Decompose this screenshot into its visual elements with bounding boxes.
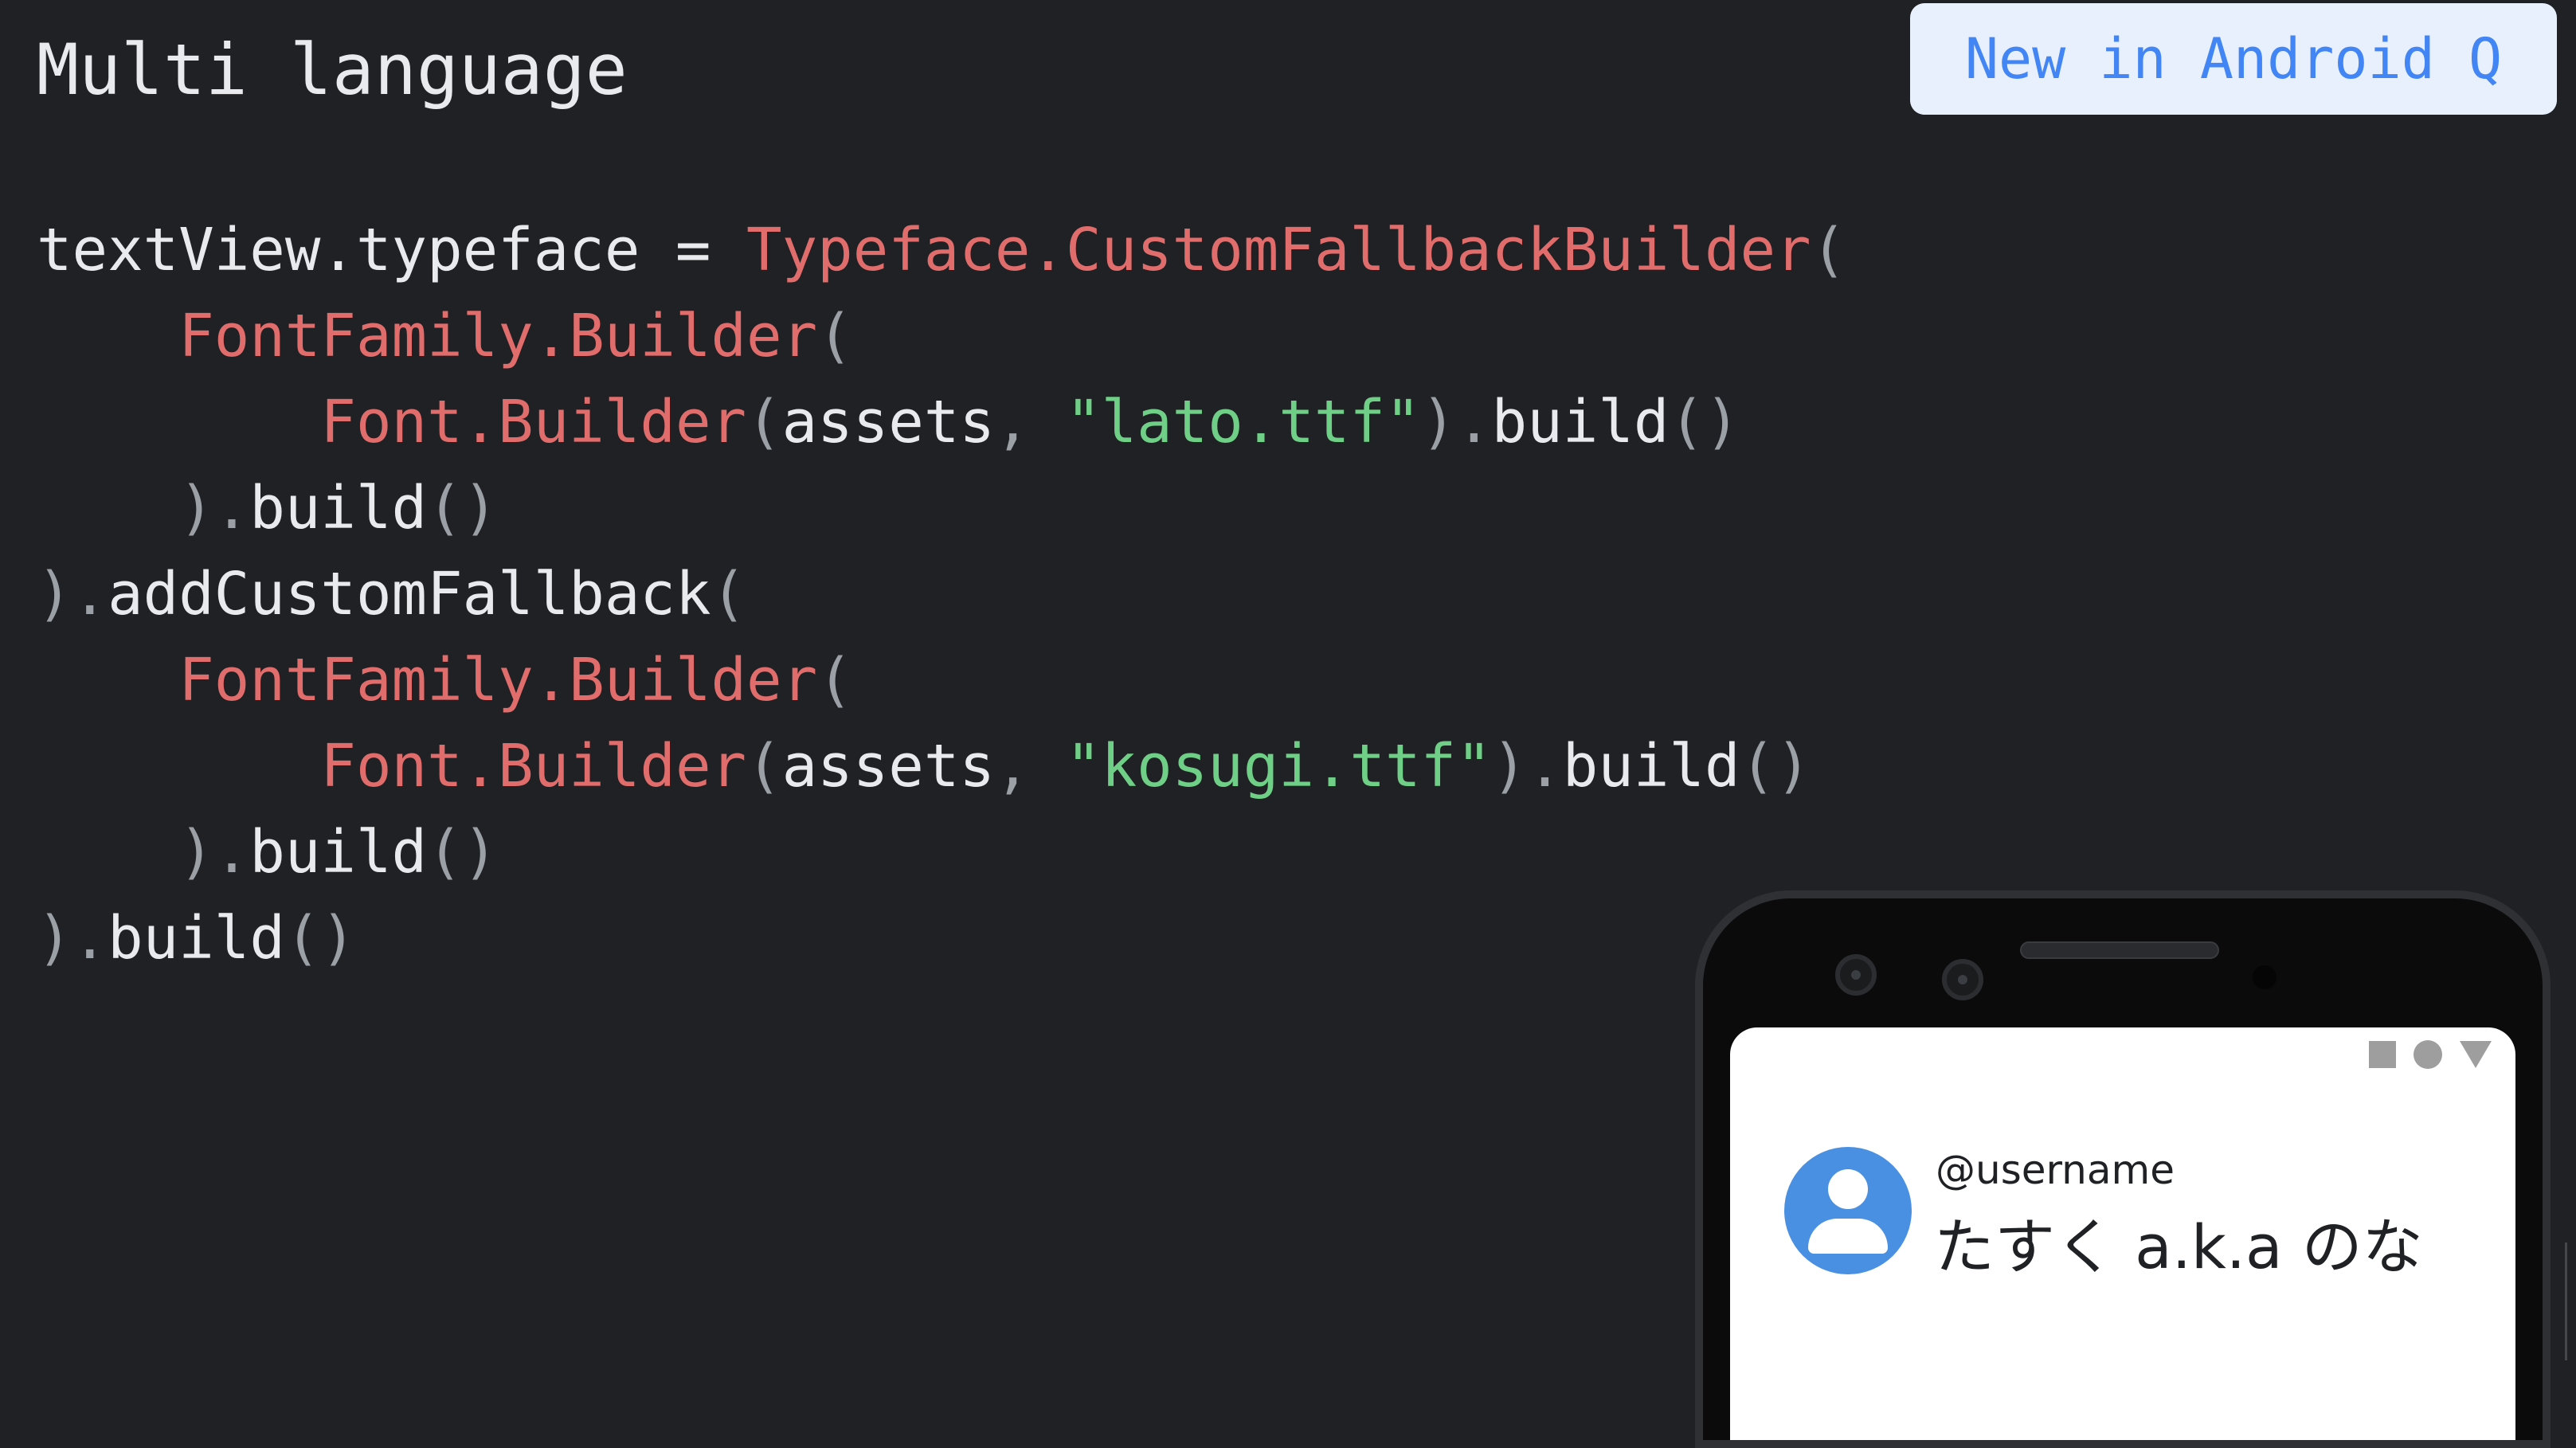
code-token: Font.Builder	[320, 732, 747, 800]
code-token: ).	[37, 560, 108, 628]
badge-label: New in Android Q	[1964, 26, 2503, 92]
code-token: Font.Builder	[320, 388, 747, 456]
screen-edge-divider	[2565, 1243, 2567, 1360]
code-token: addCustomFallback	[108, 560, 711, 628]
code-line: Font.Builder(assets, "kosugi.ttf").build…	[37, 723, 1846, 809]
code-token: (	[711, 560, 747, 628]
code-token: ()	[1740, 732, 1811, 800]
code-token: (	[1811, 216, 1847, 284]
code-token: Typeface.CustomFallbackBuilder	[746, 216, 1811, 284]
code-token: ()	[284, 904, 356, 973]
circle-icon	[2414, 1040, 2442, 1069]
front-camera-icon	[1835, 954, 1877, 996]
proximity-sensor	[2253, 965, 2277, 989]
phone-mockup: @username たすく a.k.a のな	[1695, 890, 2551, 1448]
code-block: textView.typeface = Typeface.CustomFallb…	[37, 207, 1846, 981]
code-line: ).addCustomFallback(	[37, 551, 1846, 637]
code-token: ).	[178, 818, 250, 886]
avatar-head	[1828, 1169, 1868, 1209]
code-token: ()	[1669, 388, 1740, 456]
code-token: ).	[1491, 732, 1563, 800]
code-token: (	[746, 388, 782, 456]
front-camera-icon	[1942, 959, 1983, 1000]
code-token: ,	[994, 388, 1067, 456]
code-token: build	[249, 474, 428, 542]
phone-screen: @username たすく a.k.a のな	[1730, 1027, 2515, 1440]
code-line: Font.Builder(assets, "lato.ttf").build()	[37, 379, 1846, 465]
code-token: ()	[427, 818, 499, 886]
code-line: ).build()	[37, 895, 1846, 981]
new-in-android-q-badge: New in Android Q	[1910, 3, 2557, 115]
code-line: textView.typeface = Typeface.CustomFallb…	[37, 207, 1846, 293]
code-line: ).build()	[37, 465, 1846, 551]
code-token: ()	[427, 474, 499, 542]
code-token: (	[817, 646, 853, 714]
code-line: ).build()	[37, 809, 1846, 895]
code-token: assets	[781, 732, 995, 800]
code-line: FontFamily.Builder(	[37, 293, 1846, 379]
code-token: (	[817, 302, 853, 370]
code-line: FontFamily.Builder(	[37, 637, 1846, 723]
code-token: ).	[178, 474, 250, 542]
code-token: textView.typeface =	[37, 216, 747, 284]
status-bar	[2369, 1040, 2492, 1069]
code-token: assets	[781, 388, 995, 456]
code-token: build	[249, 818, 428, 886]
code-token: FontFamily.Builder	[178, 302, 818, 370]
code-token: ).	[37, 904, 108, 973]
username-label: @username	[1936, 1147, 2175, 1193]
display-name-label: たすく a.k.a のな	[1934, 1211, 2423, 1282]
code-token: (	[746, 732, 782, 800]
earpiece-speaker	[2020, 941, 2219, 959]
person-icon[interactable]	[1784, 1147, 1912, 1274]
code-token: build	[1562, 732, 1740, 800]
code-token: ,	[994, 732, 1067, 800]
code-token: "lato.ttf"	[1066, 388, 1421, 456]
code-token: FontFamily.Builder	[178, 646, 818, 714]
slide-title: Multi language	[37, 29, 628, 111]
code-token: build	[1491, 388, 1670, 456]
avatar-body	[1808, 1219, 1888, 1254]
code-token: "kosugi.ttf"	[1066, 732, 1492, 800]
triangle-icon	[2460, 1041, 2492, 1068]
code-token: build	[108, 904, 285, 973]
square-icon	[2369, 1041, 2396, 1068]
code-token: ).	[1420, 388, 1492, 456]
